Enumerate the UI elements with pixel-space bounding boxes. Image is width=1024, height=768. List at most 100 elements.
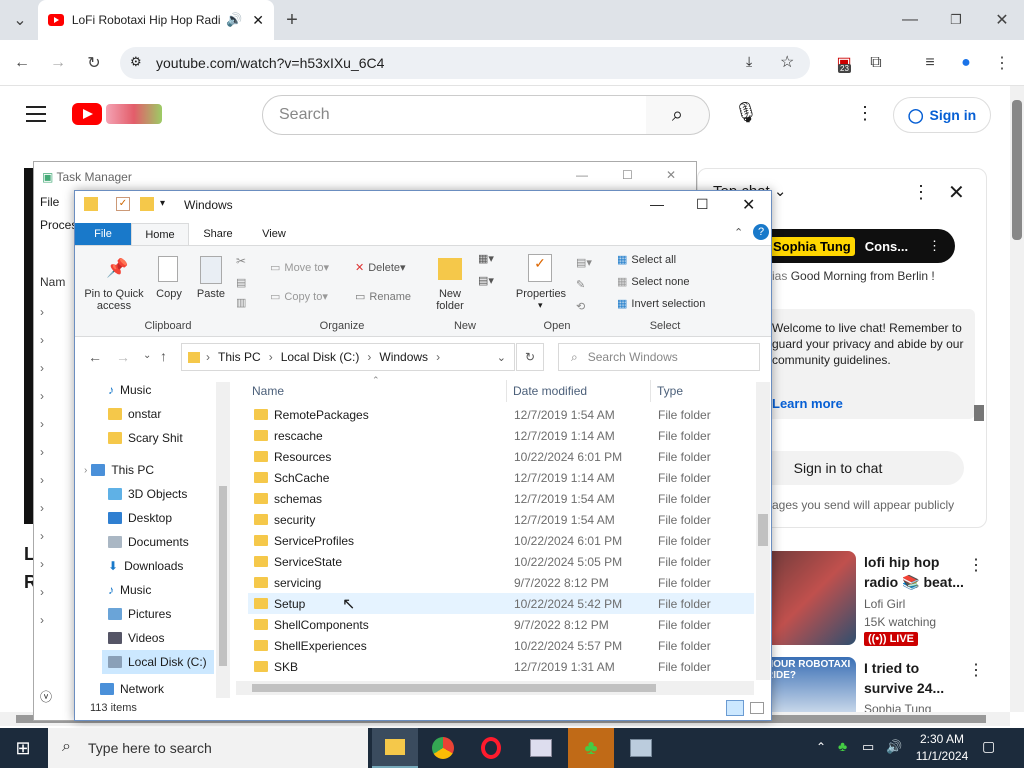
ribbon-tab-share[interactable]: Share bbox=[192, 223, 244, 245]
breadcrumb[interactable]: › This PC › Local Disk (C:) › Windows › … bbox=[181, 343, 515, 371]
help-icon[interactable]: ? bbox=[753, 224, 769, 240]
tm-minimize-icon[interactable]: — bbox=[576, 168, 588, 182]
copy-button[interactable]: Copy bbox=[152, 288, 186, 300]
ex-minimize-icon[interactable]: — bbox=[650, 196, 664, 212]
media-control-icon[interactable]: ≡ bbox=[916, 49, 944, 77]
related-title-1[interactable]: lofi hip hop radio 📚 beat... bbox=[864, 552, 970, 592]
back-icon[interactable]: ← bbox=[8, 49, 36, 77]
url-bar[interactable]: ⚙ youtube.com/watch?v=h53xIXu_6C4 ⤓ ☆ bbox=[120, 47, 810, 79]
forward-icon[interactable]: → bbox=[44, 49, 72, 77]
ribbon-tab-home[interactable]: Home bbox=[131, 223, 189, 245]
tm-menu-file[interactable]: File bbox=[40, 195, 59, 209]
tm-col-name[interactable]: Nam bbox=[40, 275, 65, 289]
tm-maximize-icon[interactable]: ☐ bbox=[622, 168, 633, 182]
delete-button[interactable]: ✕ Delete ▾ bbox=[355, 261, 406, 275]
volume-tray-icon[interactable]: 🔊 bbox=[886, 739, 902, 755]
youtube-search-input[interactable]: Search bbox=[262, 95, 648, 135]
breadcrumb-this-pc[interactable]: This PC bbox=[218, 350, 261, 364]
file-row[interactable]: ServiceProfiles 10/22/2024 6:01 PM File fo… bbox=[248, 530, 754, 551]
ribbon-collapse-icon[interactable]: ⌃ bbox=[734, 226, 743, 239]
ex-maximize-icon[interactable]: ☐ bbox=[696, 196, 709, 213]
file-row[interactable]: SchCache 12/7/2019 1:14 AM File folder bbox=[248, 467, 754, 488]
doodle-logo-icon[interactable] bbox=[106, 104, 162, 124]
file-row[interactable]: schemas 12/7/2019 1:54 AM File folder bbox=[248, 488, 754, 509]
properties-dropdown-icon[interactable]: ▾ bbox=[538, 300, 543, 311]
select-none-button[interactable]: ▦ Select none bbox=[617, 275, 690, 289]
tree-item-network[interactable]: Network bbox=[100, 682, 164, 696]
explorer-forward-icon[interactable]: → bbox=[116, 349, 130, 365]
start-button[interactable]: ⊞ bbox=[0, 728, 46, 768]
breadcrumb-windows[interactable]: Windows bbox=[379, 350, 428, 364]
tm-tab-processes[interactable]: Proces bbox=[40, 218, 77, 232]
extensions-puzzle-icon[interactable]: ⧉ bbox=[862, 49, 890, 77]
related-thumbnail-2[interactable]: HOUR ROBOTAXI RIDE? bbox=[762, 657, 856, 713]
profile-icon[interactable]: ● bbox=[952, 49, 980, 77]
page-scrollbar-thumb[interactable] bbox=[1012, 100, 1022, 240]
file-row[interactable]: ServiceState 10/22/2024 5:05 PM File folde… bbox=[248, 551, 754, 572]
chat-close-icon[interactable]: ✕ bbox=[948, 180, 965, 205]
minimize-icon[interactable]: — bbox=[896, 6, 924, 34]
tree-scrollbar-thumb[interactable] bbox=[219, 486, 227, 666]
network-tray-icon[interactable]: ▭ bbox=[862, 739, 874, 755]
move-to-button[interactable]: ▭ Move to ▾ bbox=[270, 261, 329, 275]
col-type-header[interactable]: Type bbox=[657, 384, 683, 398]
explorer-back-icon[interactable]: ← bbox=[88, 349, 102, 365]
youtube-search-icon[interactable]: ⌕ bbox=[646, 95, 710, 135]
up-folder-icon[interactable]: ↑ bbox=[160, 348, 167, 364]
tree-item-downloads[interactable]: ⬇ Downloads bbox=[108, 554, 183, 578]
page-scrollbar[interactable] bbox=[1010, 86, 1024, 712]
install-app-icon[interactable]: ⤓ bbox=[746, 53, 752, 70]
file-list-scrollbar[interactable] bbox=[756, 382, 770, 680]
tree-item-documents[interactable]: Documents bbox=[108, 530, 189, 554]
easy-access-icon[interactable]: ▤▾ bbox=[478, 274, 494, 287]
pinned-menu-icon[interactable]: ⋮ bbox=[928, 238, 941, 254]
related-channel-2[interactable]: Sophia Tung bbox=[864, 702, 931, 712]
breadcrumb-local-disk[interactable]: Local Disk (C:) bbox=[281, 350, 360, 364]
paste-button[interactable]: Paste bbox=[194, 288, 228, 300]
expand-icon[interactable]: › bbox=[84, 465, 87, 476]
taskbar-search-input[interactable]: ⌕ Type here to search bbox=[48, 728, 368, 768]
related-menu-icon-1[interactable]: ⋮ bbox=[968, 555, 984, 575]
details-view-icon[interactable] bbox=[726, 700, 744, 716]
tree-scrollbar[interactable] bbox=[216, 382, 230, 698]
file-row[interactable]: Resources 10/22/2024 6:01 PM File folder bbox=[248, 446, 754, 467]
taskbar-chrome[interactable] bbox=[420, 728, 466, 768]
tm-fewer-details-icon[interactable]: ⓥ bbox=[40, 688, 52, 705]
reload-icon[interactable]: ↻ bbox=[80, 49, 108, 77]
file-row[interactable]: ShellComponents 9/7/2022 8:12 PM File fold… bbox=[248, 614, 754, 635]
tree-item-3d-objects[interactable]: 3D Objects bbox=[108, 482, 187, 506]
speaker-icon[interactable]: 🔊 bbox=[226, 12, 242, 28]
taskbar-game[interactable]: ♣ bbox=[568, 728, 614, 768]
taskbar-app[interactable] bbox=[518, 728, 564, 768]
browser-tab[interactable]: LoFi Robotaxi Hip Hop Radio 🔊 ✕ bbox=[38, 0, 274, 40]
related-channel-1[interactable]: Lofi Girl bbox=[864, 597, 905, 611]
cut-icon[interactable]: ✂ bbox=[236, 254, 246, 268]
file-row[interactable]: servicing 9/7/2022 8:12 PM File folder bbox=[248, 572, 754, 593]
chat-scrollbar[interactable] bbox=[974, 405, 984, 421]
tab-search-icon[interactable]: ⌄ bbox=[6, 6, 34, 34]
taskbar-file-explorer[interactable] bbox=[372, 728, 418, 768]
ex-close-icon[interactable]: ✕ bbox=[742, 195, 755, 215]
related-thumbnail-1[interactable] bbox=[762, 551, 856, 645]
copy-path-icon[interactable]: ▤ bbox=[236, 276, 246, 289]
tree-item-videos[interactable]: Videos bbox=[108, 626, 164, 650]
tree-item-local-disk[interactable]: Local Disk (C:) bbox=[102, 650, 214, 674]
address-dropdown-icon[interactable]: ⌄ bbox=[497, 351, 506, 364]
new-item-icon[interactable]: ▦▾ bbox=[478, 252, 494, 265]
open-actions[interactable]: ▤▾ ✎ ⟲ bbox=[576, 252, 592, 318]
chat-menu-icon[interactable]: ⋮ bbox=[912, 182, 930, 203]
tree-item-music[interactable]: ♪ Music bbox=[108, 378, 151, 402]
ribbon-tab-view[interactable]: View bbox=[248, 223, 300, 245]
file-list-hscrollbar[interactable] bbox=[236, 681, 754, 695]
properties-quick-icon[interactable]: ✓ bbox=[116, 197, 130, 211]
tm-close-icon[interactable]: ✕ bbox=[666, 168, 676, 182]
properties-button[interactable]: Properties bbox=[512, 288, 570, 300]
ribbon-tab-file[interactable]: File bbox=[75, 223, 131, 245]
file-row[interactable]: rescache 12/7/2019 1:14 AM File folder bbox=[248, 425, 754, 446]
search-windows-input[interactable]: ⌕ Search Windows bbox=[558, 343, 760, 371]
recent-locations-icon[interactable]: ⌄ bbox=[143, 350, 151, 361]
voice-search-icon[interactable]: 🎙 bbox=[732, 100, 760, 130]
bookmark-star-icon[interactable]: ☆ bbox=[780, 52, 794, 72]
qat-dropdown-icon[interactable]: ▾ bbox=[160, 198, 165, 209]
file-row[interactable]: SKB 12/7/2019 1:31 AM File folder bbox=[248, 656, 754, 677]
